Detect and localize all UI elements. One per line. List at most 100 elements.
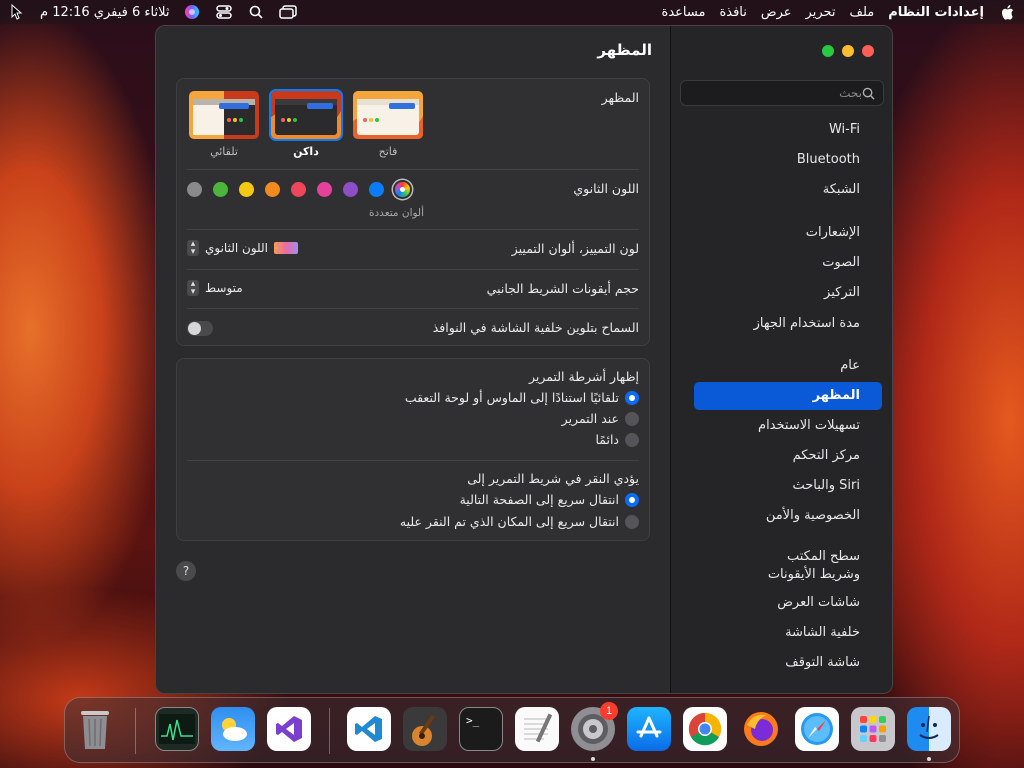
notification-badge: 1 — [600, 702, 618, 720]
visual-studio-icon[interactable] — [267, 707, 311, 751]
menu-view[interactable]: عرض — [761, 5, 792, 20]
launchpad-icon[interactable] — [851, 707, 895, 751]
radio-button[interactable] — [625, 514, 639, 529]
close-button[interactable] — [862, 45, 874, 57]
radio-label: انتقال سريع إلى الصفحة التالية — [459, 492, 619, 507]
highlight-color-value: اللون الثانوي — [205, 241, 268, 255]
accent-selected-caption: ألوان متعددة — [369, 207, 425, 219]
sidebar-item-control-center[interactable]: مركز التحكم — [694, 442, 882, 470]
sidebar-item-general[interactable]: عام — [694, 352, 882, 380]
app-store-icon[interactable] — [627, 707, 671, 751]
appearance-dark-option[interactable] — [269, 89, 343, 141]
radio-label: عند التمرير — [561, 411, 619, 426]
firefox-icon[interactable] — [739, 707, 783, 751]
sidebar-icon-size-label: حجم أيقونات الشريط الجانبي — [486, 281, 639, 296]
menu-bar: ثلاثاء 6 فيفري 12:16 م مساعدة نافذة عرض … — [0, 0, 1024, 24]
appearance-pane: المظهر المظهر فاتح داكن تلقائي اللون الث… — [156, 26, 682, 693]
menubar-clock[interactable]: ثلاثاء 6 فيفري 12:16 م — [40, 5, 169, 20]
sidebar-item-screen-saver[interactable]: شاشة التوقف — [694, 649, 882, 677]
trash-icon[interactable] — [73, 707, 117, 751]
sidebar-item-notifications[interactable]: الإشعارات — [694, 219, 882, 247]
sidebar-item-privacy-security[interactable]: الخصوصية والأمن — [694, 502, 882, 530]
accent-green-swatch[interactable] — [213, 182, 228, 197]
accent-red-swatch[interactable] — [291, 182, 306, 197]
siri-icon[interactable] — [183, 3, 201, 21]
sidebar-item-appearance[interactable]: المظهر — [694, 382, 882, 410]
sidebar-icon-size-value: متوسط — [205, 281, 243, 295]
help-button[interactable]: ? — [176, 561, 196, 581]
radio-button[interactable] — [625, 432, 639, 447]
stage-manager-icon[interactable] — [279, 3, 298, 21]
appearance-auto-option[interactable] — [189, 91, 259, 139]
chrome-icon[interactable] — [683, 707, 727, 751]
sidebar-item-wifi[interactable]: Wi-Fi — [694, 116, 882, 144]
sidebar-item-screen-time[interactable]: مدة استخدام الجهاز — [694, 310, 882, 338]
highlight-color-popup[interactable]: اللون الثانوي ▴ ▾ — [187, 240, 298, 257]
cursor-icon — [8, 3, 26, 21]
accent-pink-swatch[interactable] — [317, 182, 332, 197]
accent-orange-swatch[interactable] — [265, 182, 280, 197]
sidebar-item-network[interactable]: الشبكة — [694, 176, 882, 204]
garageband-icon[interactable] — [403, 707, 447, 751]
sidebar-item-focus[interactable]: التركيز — [694, 279, 882, 307]
radio-label: انتقال سريع إلى المكان الذي تم النقر علي… — [399, 514, 619, 529]
show-scrollbars-automatic-option[interactable]: تلقائيًا استنادًا إلى الماوس أو لوحة الت… — [405, 390, 639, 405]
accent-yellow-swatch[interactable] — [239, 182, 254, 197]
vscode-icon[interactable] — [347, 707, 391, 751]
sidebar: Wi-Fi Bluetooth الشبكة الإشعارات الصوت ا… — [670, 26, 892, 693]
control-center-icon[interactable] — [215, 3, 233, 21]
divider — [187, 269, 639, 270]
divider — [187, 460, 639, 461]
menu-app-name[interactable]: إعدادات النظام — [888, 5, 984, 20]
accent-color-swatches — [187, 182, 417, 198]
safari-icon[interactable] — [795, 707, 839, 751]
search-field[interactable] — [680, 80, 884, 106]
sidebar-item-siri-spotlight[interactable]: Siri والباحث — [694, 472, 882, 500]
menu-window[interactable]: نافذة — [719, 5, 746, 20]
sidebar-item-sound[interactable]: الصوت — [694, 249, 882, 277]
appearance-light-caption: فاتح — [378, 145, 398, 158]
accent-graphite-swatch[interactable] — [187, 182, 202, 197]
system-settings-icon[interactable]: 1 — [571, 702, 618, 751]
accent-blue-swatch[interactable] — [369, 182, 384, 197]
radio-button[interactable] — [625, 411, 639, 426]
terminal-icon[interactable]: >_ — [459, 707, 503, 751]
page-title: المظهر — [597, 41, 652, 59]
divider — [187, 308, 639, 309]
search-icon — [862, 87, 875, 100]
wallpaper-tinting-toggle[interactable] — [187, 321, 213, 336]
running-indicator — [591, 757, 595, 761]
appearance-settings-card: المظهر فاتح داكن تلقائي اللون الثانوي أل… — [176, 78, 650, 346]
accent-purple-swatch[interactable] — [343, 182, 358, 197]
spotlight-icon[interactable] — [247, 3, 265, 21]
weather-icon[interactable] — [211, 707, 255, 751]
sidebar-item-bluetooth[interactable]: Bluetooth — [694, 146, 882, 174]
sidebar-item-desktop-dock[interactable]: سطح المكتب وشريط الأيقونات — [694, 546, 882, 586]
radio-label: دائمًا — [595, 432, 619, 447]
textedit-icon[interactable] — [515, 707, 559, 751]
scrollbar-settings-card: إظهار أشرطة التمرير تلقائيًا استنادًا إل… — [176, 358, 650, 541]
accent-multicolor-swatch[interactable] — [395, 182, 410, 197]
minimize-button[interactable] — [842, 45, 854, 57]
sidebar-item-displays[interactable]: شاشات العرض — [694, 589, 882, 617]
click-jump-next-page-option[interactable]: انتقال سريع إلى الصفحة التالية — [460, 492, 639, 507]
menu-help[interactable]: مساعدة — [662, 5, 706, 20]
sidebar-icon-size-popup[interactable]: متوسط ▴ ▾ — [187, 280, 243, 297]
finder-icon[interactable] — [907, 707, 951, 751]
radio-button[interactable] — [625, 492, 639, 507]
show-scrollbars-when-scrolling-option[interactable]: عند التمرير — [562, 411, 639, 426]
menu-file[interactable]: ملف — [850, 5, 875, 20]
show-scrollbars-always-option[interactable]: دائمًا — [595, 432, 639, 447]
click-jump-to-spot-option[interactable]: انتقال سريع إلى المكان الذي تم النقر علي… — [400, 514, 639, 529]
highlight-color-preview — [274, 242, 298, 254]
radio-button[interactable] — [625, 390, 639, 405]
zoom-button[interactable] — [822, 45, 834, 57]
sidebar-item-wallpaper[interactable]: خلفية الشاشة — [694, 619, 882, 647]
menu-edit[interactable]: تحرير — [806, 5, 836, 20]
search-input[interactable] — [689, 86, 862, 100]
appearance-light-option[interactable] — [353, 91, 423, 139]
apple-icon[interactable] — [998, 3, 1016, 21]
activity-monitor-icon[interactable] — [155, 707, 199, 751]
sidebar-item-accessibility[interactable]: تسهيلات الاستخدام — [694, 412, 882, 440]
toggle-knob — [188, 322, 201, 335]
